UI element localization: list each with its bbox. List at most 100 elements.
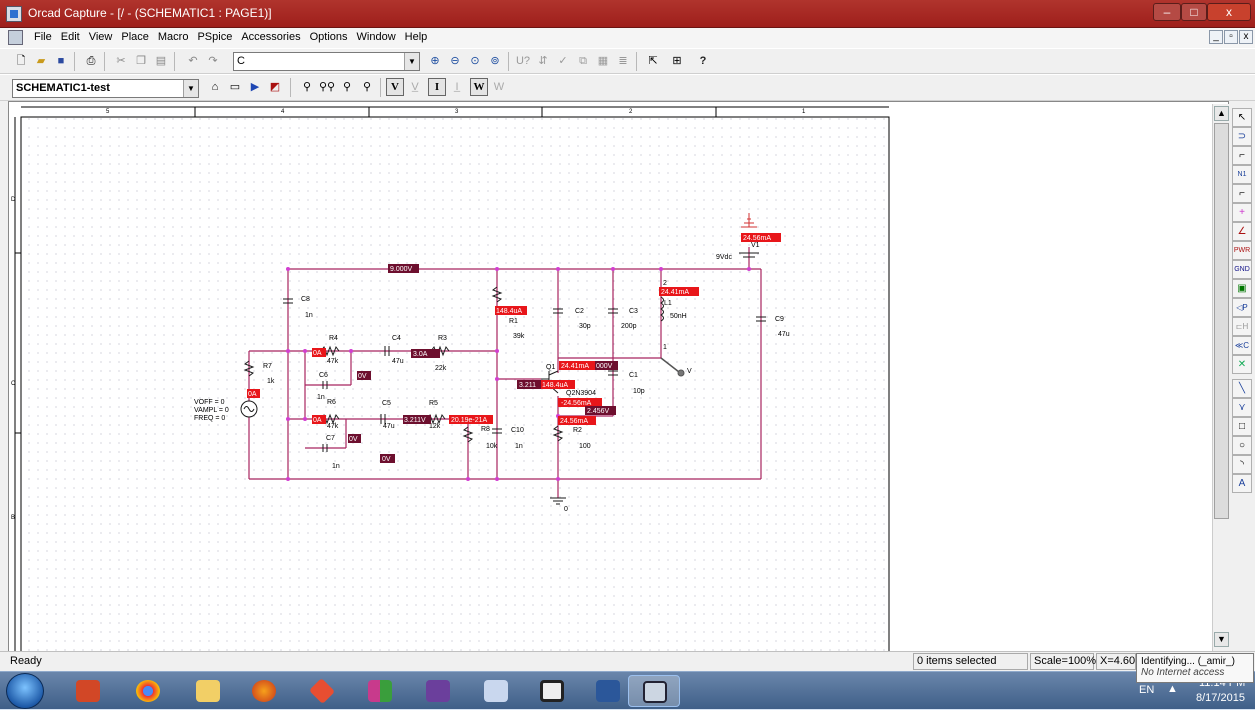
annotate-icon[interactable]: U? <box>514 52 532 70</box>
maximize-button[interactable]: □ <box>1181 3 1207 21</box>
taskbar-sway-icon[interactable] <box>412 675 464 707</box>
edit-profile-icon[interactable]: ▭ <box>226 78 244 96</box>
project-manager-icon[interactable]: ⊞ <box>668 52 686 70</box>
doc-restore-button[interactable]: ▫ <box>1224 30 1238 44</box>
minimize-button[interactable]: – <box>1153 3 1181 21</box>
start-button[interactable] <box>6 673 44 709</box>
diff-marker-icon[interactable]: ⚲⚲ <box>318 78 336 96</box>
bias-voltage-toggle[interactable]: V <box>386 78 404 96</box>
tray-expand-icon[interactable]: ▲ <box>1167 683 1178 695</box>
menu-help[interactable]: Help <box>405 31 428 43</box>
place-off-page-connector-icon[interactable]: ≪C <box>1232 336 1252 355</box>
place-text-icon[interactable]: A <box>1232 474 1252 493</box>
menu-pspice[interactable]: PSpice <box>197 31 232 43</box>
taskbar-chart-app-icon[interactable] <box>470 675 522 707</box>
place-net-alias-icon[interactable]: N1 <box>1232 165 1252 184</box>
menu-window[interactable]: Window <box>357 31 396 43</box>
taskbar-explorer-icon[interactable] <box>182 675 234 707</box>
zoom-in-icon[interactable]: ⊕ <box>426 52 444 70</box>
place-line-icon[interactable]: ╲ <box>1232 379 1252 398</box>
enable-current-icon[interactable]: I̲ <box>448 78 466 96</box>
current-marker-icon[interactable]: ⚲ <box>338 78 356 96</box>
place-bus-icon[interactable]: ⌐ <box>1232 184 1252 203</box>
undo-icon[interactable]: ↶ <box>184 52 202 70</box>
menu-file[interactable]: File <box>34 31 52 43</box>
place-part-icon[interactable]: ⊃ <box>1232 127 1252 146</box>
place-hierarchical-block-icon[interactable]: ▣ <box>1232 279 1252 298</box>
taskbar-chrome-icon[interactable] <box>122 675 174 707</box>
scroll-thumb[interactable] <box>1214 123 1229 519</box>
menu-edit[interactable]: Edit <box>61 31 80 43</box>
document-icon[interactable] <box>8 30 23 45</box>
cross-ref-icon[interactable]: ▦ <box>594 52 612 70</box>
zoom-out-icon[interactable]: ⊖ <box>446 52 464 70</box>
cut-icon[interactable]: ✂ <box>112 52 130 70</box>
vertical-scrollbar[interactable]: ▲ ▼ <box>1212 104 1229 661</box>
scroll-down-arrow-icon[interactable]: ▼ <box>1214 632 1229 647</box>
place-port-icon[interactable]: ◁P <box>1232 298 1252 317</box>
close-button[interactable]: x <box>1207 3 1251 21</box>
schematic-drawing[interactable]: 5 4 3 2 1 D C B C8 1n R4 47k C4 47u R3 2… <box>9 102 1229 664</box>
menu-place[interactable]: Place <box>121 31 149 43</box>
view-results-icon[interactable]: ◩ <box>266 78 284 96</box>
place-arc-icon[interactable]: ◝ <box>1232 455 1252 474</box>
select-pointer-icon[interactable]: ↖ <box>1232 108 1252 127</box>
help-icon[interactable]: ? <box>694 52 712 70</box>
place-pin-icon[interactable]: ⊏H <box>1232 317 1252 336</box>
menu-view[interactable]: View <box>89 31 113 43</box>
place-bus-entry-icon[interactable]: ∠ <box>1232 222 1252 241</box>
taskbar-word-icon[interactable] <box>582 675 634 707</box>
schematic-canvas[interactable]: 5 4 3 2 1 D C B C8 1n R4 47k C4 47u R3 2… <box>8 101 1229 664</box>
paste-icon[interactable]: ▤ <box>152 52 170 70</box>
doc-minimize-button[interactable]: _ <box>1209 30 1223 44</box>
place-ellipse-icon[interactable]: ○ <box>1232 436 1252 455</box>
bias-power-toggle[interactable]: W <box>470 78 488 96</box>
snap-grid-icon[interactable]: ⇱ <box>644 52 662 70</box>
bias-current-toggle[interactable]: I <box>428 78 446 96</box>
redo-icon[interactable]: ↷ <box>204 52 222 70</box>
taskbar-terminal-icon[interactable] <box>526 675 578 707</box>
print-icon[interactable]: ⎙ <box>82 52 100 70</box>
new-file-icon[interactable]: 🗋 <box>12 52 30 70</box>
place-wire-icon[interactable]: ⌐ <box>1232 146 1252 165</box>
taskbar-office-icon[interactable] <box>62 675 114 707</box>
back-annotate-icon[interactable]: ⇵ <box>534 52 552 70</box>
orcad-app-icon[interactable] <box>6 6 22 22</box>
enable-power-icon[interactable]: W <box>490 78 508 96</box>
taskbar-orcad-icon[interactable] <box>628 675 680 707</box>
place-no-connect-icon[interactable]: ✕ <box>1232 355 1252 374</box>
scroll-up-arrow-icon[interactable]: ▲ <box>1214 106 1229 121</box>
clock-date[interactable]: 8/17/2015 <box>1196 692 1245 704</box>
drc-icon[interactable]: ✓ <box>554 52 572 70</box>
chevron-down-icon[interactable]: ▼ <box>404 53 419 70</box>
bom-icon[interactable]: ≣ <box>614 52 632 70</box>
taskbar-winrar-icon[interactable] <box>354 675 406 707</box>
copy-icon[interactable]: ❐ <box>132 52 150 70</box>
menu-accessories[interactable]: Accessories <box>241 31 300 43</box>
chevron-down-icon[interactable]: ▼ <box>183 80 198 97</box>
taskbar-git-icon[interactable] <box>296 675 348 707</box>
zoom-fit-icon[interactable]: ⊚ <box>486 52 504 70</box>
run-icon[interactable]: ▶ <box>246 78 264 96</box>
power-marker-icon[interactable]: ⚲ <box>358 78 376 96</box>
menu-options[interactable]: Options <box>310 31 348 43</box>
save-icon[interactable]: ■ <box>52 52 70 70</box>
place-ground-icon[interactable]: GND <box>1232 260 1252 279</box>
simulation-profile-combo[interactable]: SCHEMATIC1-test ▼ <box>12 79 199 98</box>
open-folder-icon[interactable]: ▰ <box>32 52 50 70</box>
voltage-marker-icon[interactable]: ⚲ <box>298 78 316 96</box>
place-rectangle-icon[interactable]: □ <box>1232 417 1252 436</box>
taskbar-firefox-icon[interactable] <box>238 675 290 707</box>
menu-macro[interactable]: Macro <box>158 31 189 43</box>
place-junction-icon[interactable]: + <box>1232 203 1252 222</box>
language-indicator[interactable]: EN <box>1139 684 1154 696</box>
enable-voltage-icon[interactable]: V̲ <box>406 78 424 96</box>
zoom-area-icon[interactable]: ⊙ <box>466 52 484 70</box>
place-power-icon[interactable]: PWR <box>1232 241 1252 260</box>
part-search-combo[interactable]: C ▼ <box>233 52 420 71</box>
netlist-icon[interactable]: ⧉ <box>574 52 592 70</box>
status-scale: Scale=100% <box>1030 653 1096 670</box>
new-profile-icon[interactable]: ⌂ <box>206 78 224 96</box>
place-polyline-icon[interactable]: ⋎ <box>1232 398 1252 417</box>
doc-close-button[interactable]: x <box>1239 30 1253 44</box>
